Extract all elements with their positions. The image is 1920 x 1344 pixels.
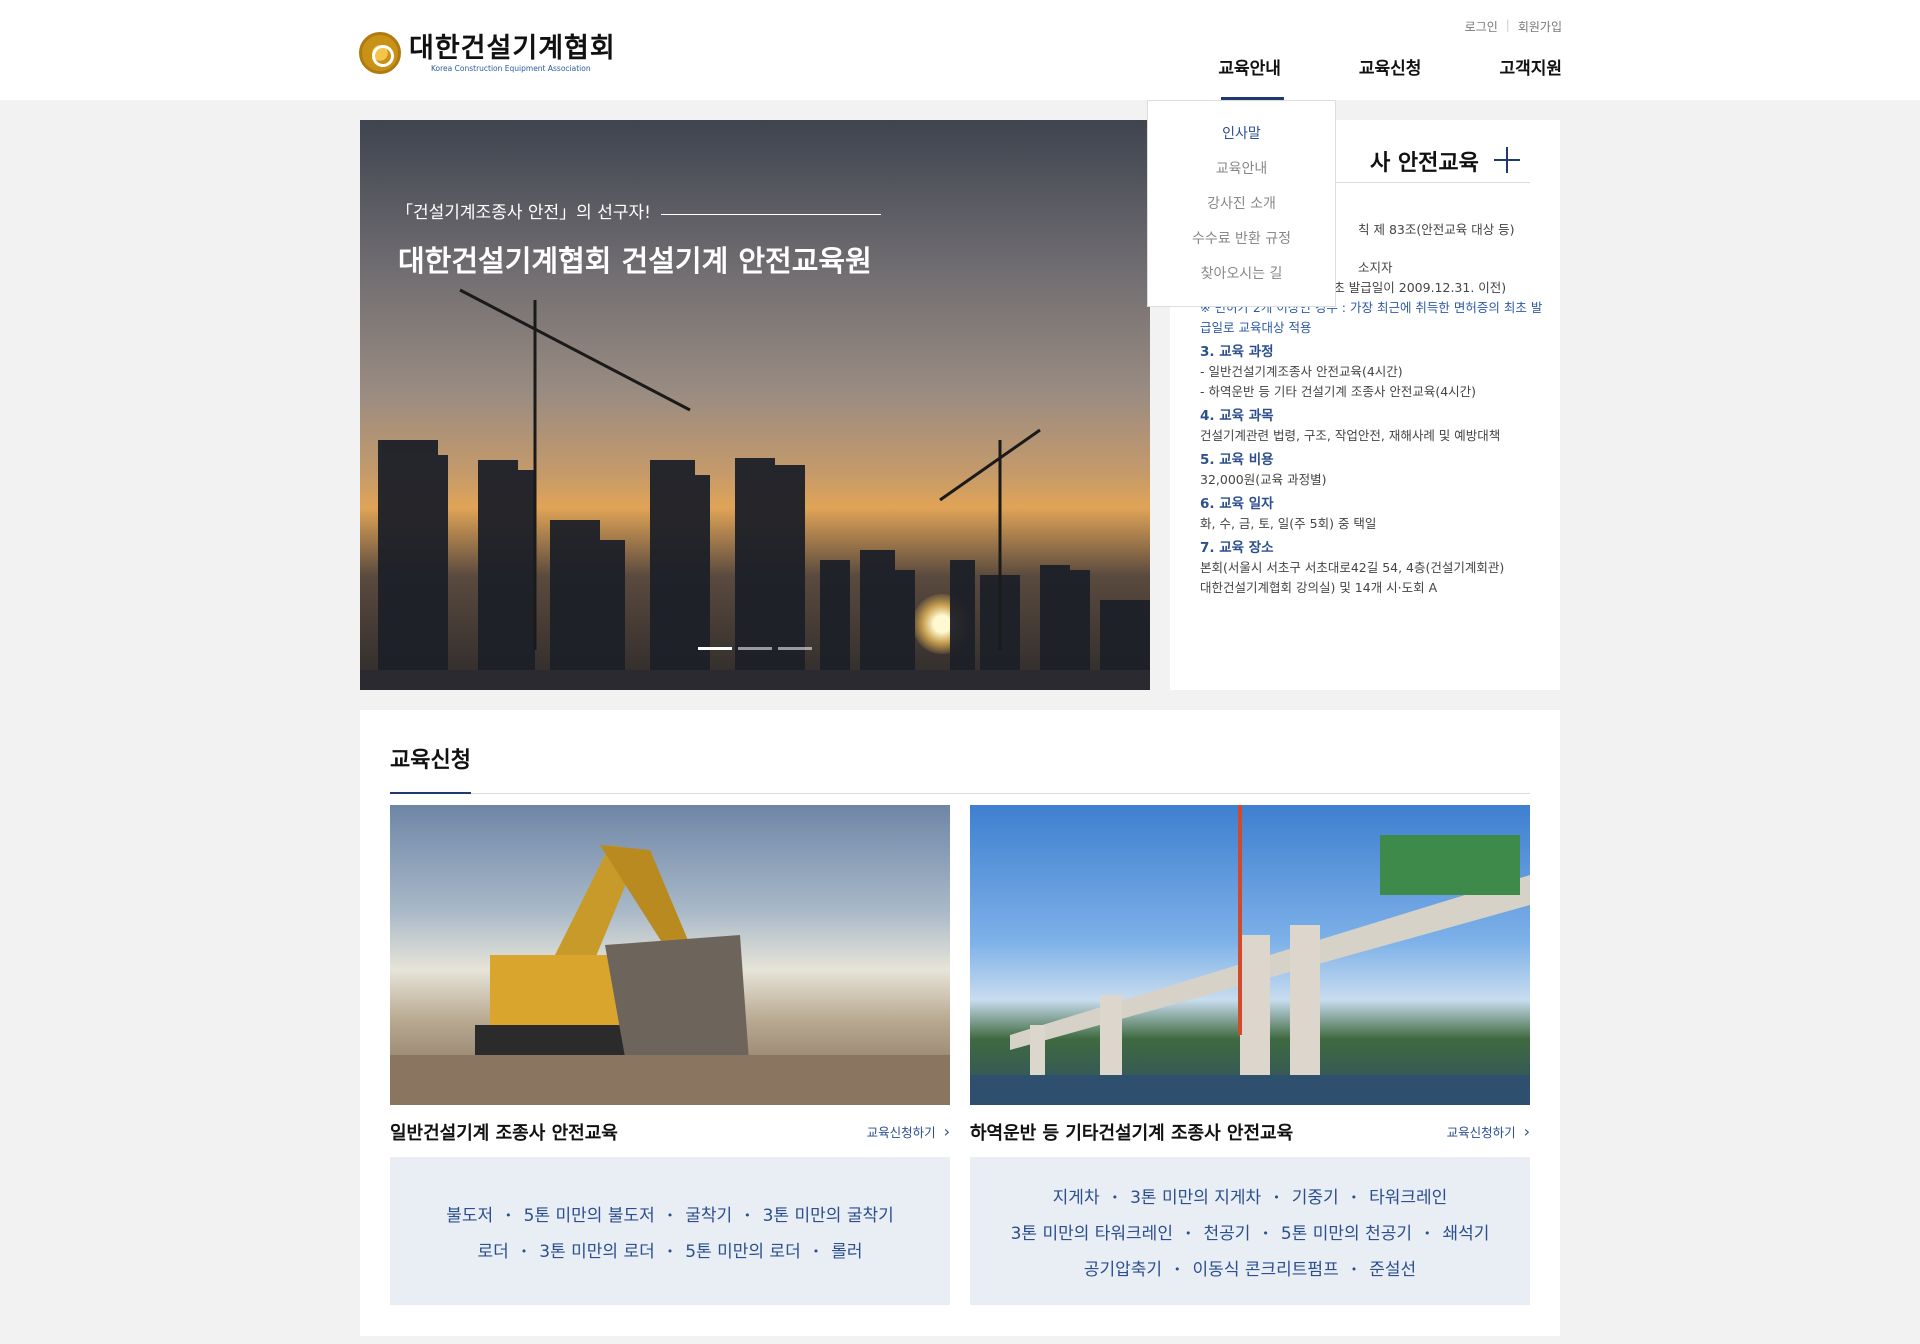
site-logo[interactable]: 대한건설기계협회 Korea Construction Equipment As… <box>359 32 616 74</box>
equipment-tag: 이동식 콘크리트펌프 <box>1162 1255 1339 1280</box>
tag-row: 지게차 3톤 미만의 지게차 기중기 타워크레인 <box>1053 1177 1448 1213</box>
dropdown-item-greeting[interactable]: 인사말 <box>1148 123 1335 158</box>
util-divider: | <box>1505 18 1510 32</box>
equipment-tag: 쇄석기 <box>1412 1219 1490 1244</box>
utility-links: 로그인 | 회원가입 <box>1465 18 1562 35</box>
equipment-tag-list: 지게차 3톤 미만의 지게차 기중기 타워크레인 3톤 미만의 타워크레인 천공… <box>970 1157 1530 1305</box>
slider-dot-2[interactable] <box>738 647 772 650</box>
equipment-tag: 공기압축기 <box>1083 1259 1163 1280</box>
equipment-tag: 로더 <box>477 1241 509 1262</box>
hero-subtitle: 「건설기계조종사 안전」의 선구자! <box>396 198 881 223</box>
equipment-tag: 타워크레인 <box>1339 1183 1447 1208</box>
education-apply-section: 교육신청 일반건설기계 조종사 안전교육 교육신청하기 불도저 5톤 미만의 불… <box>360 710 1560 1336</box>
equipment-tag: 3톤 미만의 굴착기 <box>732 1201 894 1226</box>
excavator-image <box>390 805 950 1105</box>
equipment-tag: 불도저 <box>446 1205 494 1226</box>
slider-dot-1[interactable] <box>698 647 732 650</box>
dropdown-item-directions[interactable]: 찾아오시는 길 <box>1148 263 1335 298</box>
tag-row: 로더 3톤 미만의 로더 5톤 미만의 로더 롤러 <box>478 1231 863 1267</box>
card-footer: 일반건설기계 조종사 안전교육 교육신청하기 <box>390 1105 950 1157</box>
plus-icon[interactable] <box>1494 147 1520 173</box>
equipment-tag-list: 불도저 5톤 미만의 불도저 굴착기 3톤 미만의 굴착기 로더 3톤 미만의 … <box>390 1157 950 1305</box>
info-section-3-item-2: - 하역운반 등 기타 건설기계 조종사 안전교육(4시간) <box>1200 384 1477 399</box>
nav-dropdown-menu: 인사말 교육안내 강사진 소개 수수료 반환 규정 찾아오시는 길 <box>1147 100 1336 307</box>
info-section-4-heading: 4. 교육 과목 <box>1200 408 1274 424</box>
logo-english-text: Korea Construction Equipment Association <box>431 63 591 73</box>
info-section-7-item-1: 본회(서울시 서초구 서초대로42길 54, 4층(건설기계회관) <box>1200 560 1505 575</box>
nav-education-info[interactable]: 교육안내 <box>1218 54 1284 100</box>
info-section-3-heading: 3. 교육 과정 <box>1200 344 1274 360</box>
equipment-tag: 롤러 <box>801 1237 862 1262</box>
section-title: 교육신청 <box>390 734 471 794</box>
equipment-tag: 3톤 미만의 지게차 <box>1100 1183 1261 1208</box>
join-link[interactable]: 회원가입 <box>1518 18 1562 35</box>
dropdown-item-instructors[interactable]: 강사진 소개 <box>1148 193 1335 228</box>
equipment-tag: 준설선 <box>1339 1255 1416 1280</box>
equipment-tag: 3톤 미만의 타워크레인 <box>1010 1223 1173 1244</box>
nav-education-apply[interactable]: 교육신청 <box>1359 54 1422 100</box>
bridge-construction-image <box>970 805 1530 1105</box>
equipment-tag: 천공기 <box>1173 1219 1250 1244</box>
course-title: 하역운반 등 기타건설기계 조종사 안전교육 <box>970 1123 1294 1144</box>
tag-row: 3톤 미만의 타워크레인 천공기 5톤 미만의 천공기 쇄석기 <box>1011 1213 1490 1249</box>
equipment-tag: 5톤 미만의 천공기 <box>1250 1219 1412 1244</box>
slider-pagination <box>698 647 812 650</box>
equipment-tag: 굴착기 <box>655 1201 732 1226</box>
hero-title: 대한건설기계협회 건설기계 안전교육원 <box>398 244 872 278</box>
equipment-tag: 5톤 미만의 로더 <box>655 1237 800 1262</box>
section-header: 교육신청 <box>390 734 1530 794</box>
equipment-tag: 기중기 <box>1261 1183 1339 1208</box>
hero-subtitle-text: 「건설기계조종사 안전」의 선구자! <box>396 203 651 223</box>
dropdown-item-refund-policy[interactable]: 수수료 반환 규정 <box>1148 228 1335 263</box>
hero-banner: 「건설기계조종사 안전」의 선구자! 대한건설기계협회 건설기계 안전교육원 <box>360 120 1150 690</box>
apply-link[interactable]: 교육신청하기 <box>867 1122 950 1141</box>
login-link[interactable]: 로그인 <box>1465 18 1498 35</box>
info-section-7-item-2: 대한건설기계협회 강의실) 및 14개 시·도회 A <box>1200 580 1438 595</box>
logo-korean-text: 대한건설기계협회 <box>409 32 616 64</box>
equipment-tag: 지게차 <box>1052 1187 1100 1208</box>
course-title: 일반건설기계 조종사 안전교육 <box>390 1123 618 1144</box>
info-section-3-item-1: - 일반건설기계조종사 안전교육(4시간) <box>1200 364 1403 379</box>
nav-customer-support[interactable]: 고객지원 <box>1499 54 1562 100</box>
info-section-5-heading: 5. 교육 비용 <box>1200 452 1274 468</box>
info-title-text: 사 안전교육 <box>1370 151 1479 176</box>
apply-link[interactable]: 교육신청하기 <box>1447 1122 1530 1141</box>
info-section-5-item: 32,000원(교육 과정별) <box>1200 472 1327 487</box>
tag-row: 공기압축기 이동식 콘크리트펌프 준설선 <box>1084 1249 1416 1285</box>
info-section-7-heading: 7. 교육 장소 <box>1200 540 1274 556</box>
site-header: 대한건설기계협회 Korea Construction Equipment As… <box>0 0 1920 100</box>
association-emblem-icon <box>359 32 401 74</box>
equipment-tag: 3톤 미만의 로더 <box>509 1237 654 1262</box>
slider-dot-3[interactable] <box>778 647 812 650</box>
course-card-general: 일반건설기계 조종사 안전교육 교육신청하기 불도저 5톤 미만의 불도저 굴착… <box>390 805 950 1305</box>
course-card-other: 하역운반 등 기타건설기계 조종사 안전교육 교육신청하기 지게차 3톤 미만의… <box>970 805 1530 1305</box>
info-section-6-heading: 6. 교육 일자 <box>1200 496 1274 512</box>
dropdown-item-education-info[interactable]: 교육안내 <box>1148 158 1335 193</box>
info-section-6-item: 화, 수, 금, 토, 일(주 5회) 중 택일 <box>1200 516 1377 531</box>
card-footer: 하역운반 등 기타건설기계 조종사 안전교육 교육신청하기 <box>970 1105 1530 1157</box>
info-section-4-item: 건설기계관련 법령, 구조, 작업안전, 재해사례 및 예방대책 <box>1200 428 1501 443</box>
tag-row: 불도저 5톤 미만의 불도저 굴착기 3톤 미만의 굴착기 <box>446 1195 894 1231</box>
equipment-tag: 5톤 미만의 불도저 <box>493 1201 655 1226</box>
hero-subtitle-line <box>660 214 881 215</box>
main-nav: 교육안내 교육신청 고객지원 <box>1218 54 1562 100</box>
